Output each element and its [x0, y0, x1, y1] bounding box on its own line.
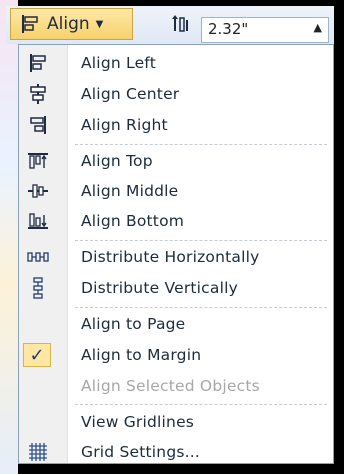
spin-up-icon[interactable]: ▲	[314, 21, 322, 34]
menu-item-label: Align to Page	[81, 315, 186, 333]
menu-item-align-to-margin[interactable]: ✓ Align to Margin	[19, 340, 333, 370]
align-menu: Align Left Align Center Align Right Alig…	[18, 44, 334, 464]
grid-settings-icon	[27, 441, 49, 463]
menu-item-align-center[interactable]: Align Center	[19, 79, 333, 109]
distribute-vertically-icon	[27, 277, 49, 299]
menu-item-distribute-vertically[interactable]: Distribute Vertically	[19, 273, 333, 303]
menu-item-view-gridlines[interactable]: View Gridlines	[19, 407, 333, 437]
menu-item-label: Grid Settings...	[81, 443, 201, 461]
menu-item-distribute-horizontally[interactable]: Distribute Horizontally	[19, 242, 333, 272]
distribute-horizontally-icon	[27, 246, 49, 268]
chevron-down-icon: ▼	[95, 18, 104, 30]
align-top-icon	[27, 150, 49, 172]
align-dropdown-button[interactable]: Align ▼	[10, 8, 133, 40]
menu-item-label: View Gridlines	[81, 413, 195, 431]
menu-separator	[75, 307, 327, 308]
menu-separator	[75, 240, 327, 241]
menu-item-label: Distribute Horizontally	[81, 248, 260, 266]
align-left-icon	[27, 52, 49, 74]
menu-item-align-right[interactable]: Align Right	[19, 110, 333, 140]
menu-item-align-left[interactable]: Align Left	[19, 48, 333, 78]
align-middle-icon	[27, 180, 49, 202]
align-bottom-icon	[27, 210, 49, 232]
menu-item-align-bottom[interactable]: Align Bottom	[19, 206, 333, 236]
menu-item-label: Align Middle	[81, 182, 179, 200]
ribbon-bar: Align ▼ 2.32" ▲	[6, 6, 334, 44]
menu-item-label: Align Top	[81, 152, 153, 170]
menu-separator	[75, 144, 327, 145]
align-left-icon	[19, 13, 41, 35]
menu-item-grid-settings[interactable]: Grid Settings...	[19, 437, 333, 467]
menu-item-label: Align Selected Objects	[81, 377, 260, 395]
menu-item-align-selected-objects: Align Selected Objects	[19, 371, 333, 401]
spacing-icon	[170, 12, 192, 34]
menu-item-label: Align Left	[81, 54, 156, 72]
menu-item-align-top[interactable]: Align Top	[19, 146, 333, 176]
align-right-icon	[27, 114, 49, 136]
align-center-icon	[27, 83, 49, 105]
menu-item-label: Align Bottom	[81, 212, 185, 230]
menu-item-label: Align Right	[81, 116, 168, 134]
dimension-input[interactable]: 2.32" ▲	[201, 17, 329, 43]
align-button-label: Align	[47, 14, 90, 34]
menu-item-align-to-page[interactable]: Align to Page	[19, 309, 333, 339]
menu-item-align-middle[interactable]: Align Middle	[19, 176, 333, 206]
menu-item-label: Align Center	[81, 85, 180, 103]
menu-item-label: Distribute Vertically	[81, 279, 238, 297]
checkmark-icon: ✓	[23, 343, 51, 367]
menu-separator	[75, 404, 327, 405]
dimension-value: 2.32"	[208, 20, 249, 38]
background-strip	[0, 0, 18, 474]
menu-item-label: Align to Margin	[81, 346, 202, 364]
